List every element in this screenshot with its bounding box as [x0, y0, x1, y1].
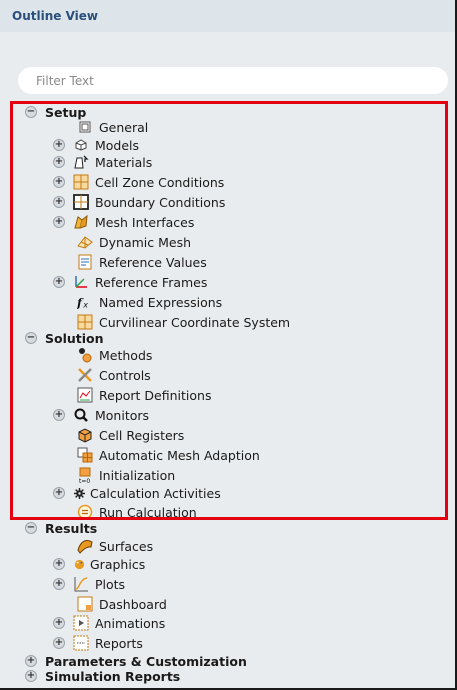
dashboard-icon — [77, 596, 93, 612]
film-icon — [73, 615, 89, 631]
tree-category-results[interactable]: − Results — [25, 518, 97, 538]
tree-item-reports[interactable]: + Reports — [53, 633, 143, 653]
expand-icon[interactable]: + — [25, 670, 37, 682]
tree-category-simulation-reports[interactable]: + Simulation Reports — [25, 666, 180, 686]
panel-title: Outline View — [12, 9, 98, 23]
reports-icon — [73, 635, 89, 651]
tree-item-graphics[interactable]: + Graphics — [53, 554, 145, 574]
outline-view-panel: Outline View − Setup General + Models + … — [0, 0, 457, 690]
tree-item-surfaces[interactable]: Surfaces — [77, 536, 153, 556]
expand-icon[interactable]: + — [53, 637, 65, 649]
plot-icon — [73, 576, 89, 592]
expand-icon[interactable]: + — [53, 558, 65, 570]
collapse-icon[interactable]: − — [25, 522, 37, 534]
filter-input[interactable] — [18, 67, 448, 94]
expand-icon[interactable]: + — [53, 617, 65, 629]
palette-icon — [73, 556, 85, 572]
highlight-box — [10, 101, 448, 520]
tree-item-plots[interactable]: + Plots — [53, 574, 125, 594]
panel-header: Outline View — [0, 0, 455, 32]
filter-field[interactable] — [18, 67, 448, 94]
surface-icon — [77, 538, 93, 554]
expand-icon[interactable]: + — [53, 578, 65, 590]
tree-item-animations[interactable]: + Animations — [53, 613, 165, 633]
tree-item-dashboard[interactable]: Dashboard — [77, 594, 167, 614]
